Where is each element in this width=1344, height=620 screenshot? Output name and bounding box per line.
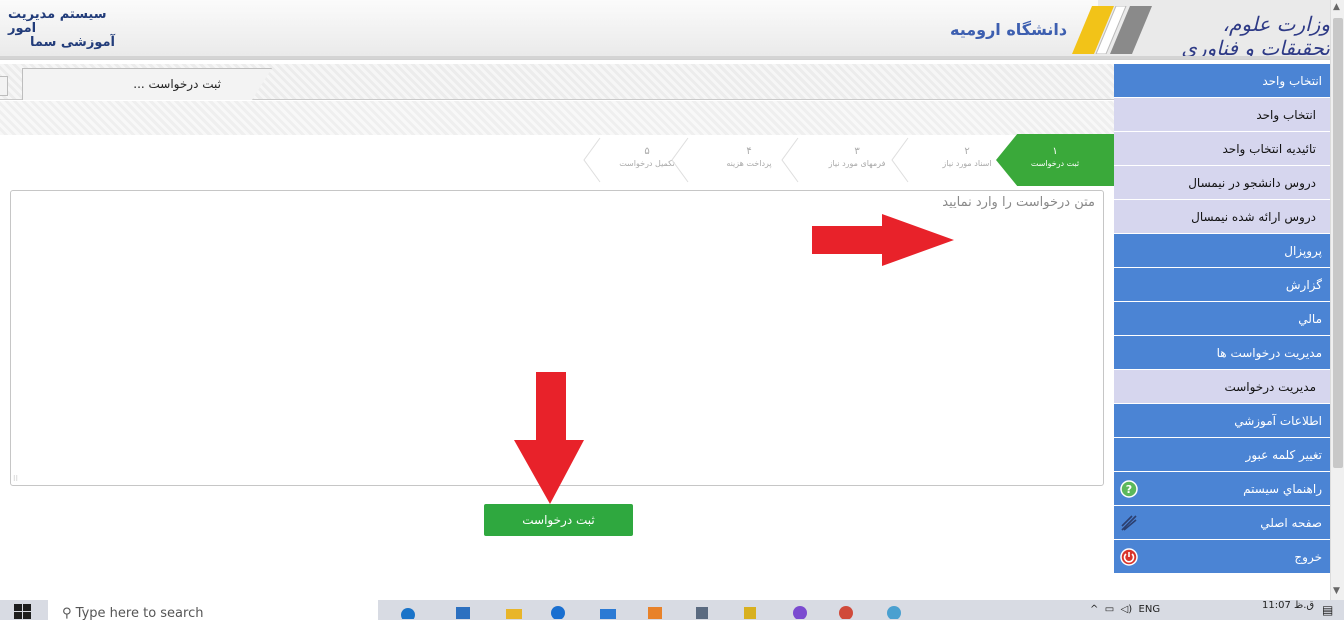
notification-icon[interactable]: ▤ (1322, 603, 1333, 617)
sidebar-category-report[interactable]: گزارش (1114, 268, 1330, 302)
windows-start-icon[interactable] (14, 604, 32, 620)
sidebar-item-label: انتخاب واحد (1262, 74, 1322, 88)
sidebar-item-change-password[interactable]: تغيير كلمه عبور (1114, 438, 1330, 472)
sidebar-item-student-courses[interactable]: دروس دانشجو در نیمسال (1114, 166, 1330, 200)
down-arrow-annotation-icon (514, 372, 584, 504)
sidebar-category-proposal[interactable]: پروپزال (1114, 234, 1330, 268)
sidebar-item-label: صفحه اصلي (1260, 516, 1322, 530)
submit-request-button[interactable]: ثبت درخواست (484, 504, 633, 536)
header-divider (0, 56, 1330, 59)
tab-previous[interactable] (0, 76, 8, 96)
sidebar-item-offered-courses[interactable]: دروس ارائه شده نیمسال (1114, 200, 1330, 234)
sidebar-category-course-selection[interactable]: انتخاب واحد (1114, 64, 1330, 98)
system-title: سیستم مدیریت امور آموزشی سما (8, 8, 124, 50)
scroll-up-icon[interactable]: ▲ (1333, 2, 1340, 12)
network-icon[interactable]: ▭ (1102, 604, 1118, 615)
wizard-separators (583, 137, 909, 183)
sidebar-item-label: اطلاعات آموزشي (1234, 414, 1322, 428)
sidebar-item-label: انتخاب واحد (1256, 108, 1316, 122)
scroll-down-icon[interactable]: ▼ (1333, 586, 1340, 596)
tab-submit-request[interactable]: ثبت درخواست ... (22, 68, 272, 100)
sidebar-item-label: مالي (1298, 312, 1322, 326)
sidebar-item-label: تغيير كلمه عبور (1245, 448, 1322, 462)
sidebar-item-label: پروپزال (1284, 244, 1322, 258)
sidebar-item-label: مديريت درخواست ها (1216, 346, 1322, 360)
right-arrow-annotation-icon (812, 214, 954, 266)
chevron-logo-icon (1072, 6, 1152, 54)
ministry-logo-text: وزارت علوم، تحقیقات و فناوری (1181, 12, 1330, 60)
system-tray[interactable]: ^ ▭ ◁) ENG (1090, 604, 1160, 615)
home-icon (1121, 515, 1137, 531)
sidebar-item-label: مديريت درخواست (1224, 380, 1316, 394)
scrollbar-thumb[interactable] (1333, 18, 1343, 468)
system-title-line2: آموزشی سما (30, 35, 115, 50)
page-scrollbar[interactable]: ▲ ▼ (1330, 0, 1344, 600)
taskbar-apps[interactable] (400, 603, 920, 619)
taskbar-search-box[interactable]: ⚲ Type here to search (48, 600, 378, 620)
resize-grip-icon[interactable]: ⁝⁝ (13, 474, 18, 483)
sidebar-item-label: دروس دانشجو در نیمسال (1188, 176, 1316, 190)
sidebar-item-home[interactable]: صفحه اصلي (1114, 506, 1330, 540)
system-title-line1: سیستم مدیریت امور (8, 7, 107, 36)
tray-chevron-icon[interactable]: ^ (1090, 604, 1098, 615)
sidebar-menu: انتخاب واحد انتخاب واحد تائیدیه انتخاب و… (1114, 64, 1330, 600)
power-icon (1120, 548, 1138, 566)
volume-icon[interactable]: ◁) (1121, 604, 1136, 615)
main-content: ثبت درخواست ... ۱ ثبت درخواست ۲ اسناد مو… (0, 64, 1114, 600)
sidebar-item-system-help[interactable]: راهنماي سيستم ? (1114, 472, 1330, 506)
app-header: سیستم مدیریت امور آموزشی سما دانشگاه ارو… (0, 0, 1330, 60)
sidebar-item-label: گزارش (1285, 278, 1322, 292)
taskbar-clock[interactable]: 11:07 ق.ظ (1262, 600, 1314, 611)
sidebar-item-selection-confirmation[interactable]: تائیدیه انتخاب واحد (1114, 132, 1330, 166)
university-name: دانشگاه ارومیه (950, 20, 1068, 39)
tab-strip: ثبت درخواست ... (0, 64, 1114, 100)
sidebar-category-request-management[interactable]: مديريت درخواست ها (1114, 336, 1330, 370)
sidebar-item-label: خروج (1294, 550, 1322, 564)
language-indicator[interactable]: ENG (1139, 604, 1161, 615)
help-icon: ? (1120, 480, 1138, 498)
sidebar-item-label: راهنماي سيستم (1243, 482, 1322, 496)
search-placeholder: Type here to search (75, 606, 204, 620)
search-icon: ⚲ (62, 606, 72, 620)
sidebar-category-financial[interactable]: مالي (1114, 302, 1330, 336)
sidebar-category-educational-info[interactable]: اطلاعات آموزشي (1114, 404, 1330, 438)
toolbar-band (0, 101, 1114, 135)
sidebar-item-course-selection[interactable]: انتخاب واحد (1114, 98, 1330, 132)
sidebar-item-label: تائیدیه انتخاب واحد (1222, 142, 1317, 156)
sidebar-item-logout[interactable]: خروج (1114, 540, 1330, 574)
tab-label: ثبت درخواست ... (133, 77, 221, 91)
svg-text:?: ? (1126, 483, 1132, 496)
windows-taskbar: ⚲ Type here to search ^ ▭ ◁) ENG 11:07 ق… (0, 600, 1344, 620)
sidebar-item-label: دروس ارائه شده نیمسال (1191, 210, 1316, 224)
sidebar-item-request-management[interactable]: مديريت درخواست (1114, 370, 1330, 404)
wizard-steps: ۱ ثبت درخواست ۲ اسناد مورد نیاز ۳ فرمهای… (0, 134, 1114, 186)
